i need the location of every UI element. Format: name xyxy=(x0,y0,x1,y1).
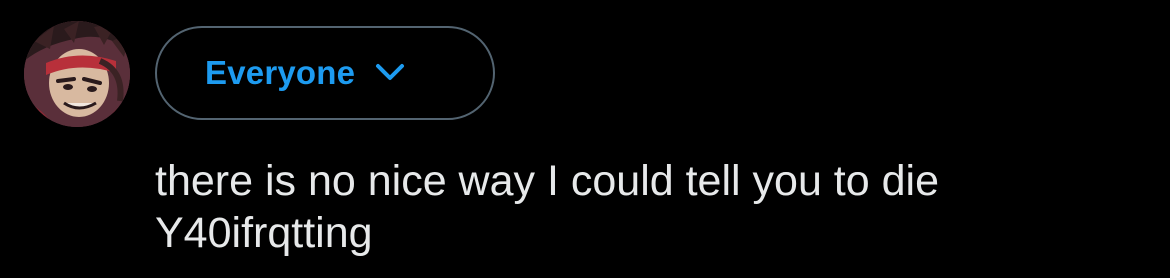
avatar-illustration xyxy=(24,21,130,127)
audience-selector-button[interactable]: Everyone xyxy=(155,26,495,120)
post-text-input[interactable]: there is no nice way I could tell you to… xyxy=(155,155,1155,259)
avatar[interactable] xyxy=(24,21,130,127)
chevron-down-icon xyxy=(375,63,405,83)
audience-label: Everyone xyxy=(205,54,356,91)
post-text-line: there is no nice way I could tell you to… xyxy=(155,157,939,205)
post-text-line: Y40ifrqtting xyxy=(155,209,373,257)
